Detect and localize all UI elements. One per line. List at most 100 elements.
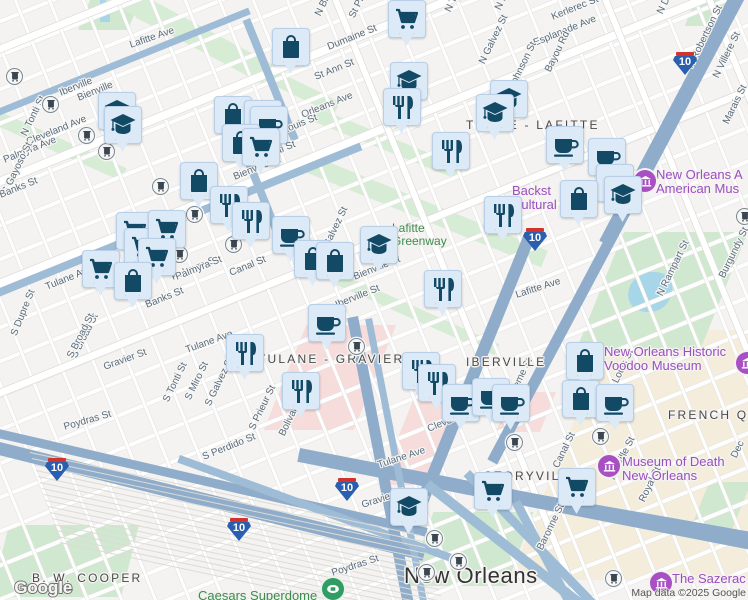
pin-tail bbox=[443, 165, 458, 178]
coffee-icon bbox=[316, 317, 341, 335]
map-pin-graduation-cap[interactable] bbox=[476, 94, 514, 140]
map-pin-shopping-cart[interactable] bbox=[558, 468, 596, 514]
map-pin-shopping-bag[interactable] bbox=[114, 262, 152, 308]
museum-icon[interactable] bbox=[598, 455, 620, 477]
pin-tail bbox=[495, 229, 510, 242]
transit-stop-icon[interactable] bbox=[450, 553, 467, 570]
poi-label[interactable]: Museum of Death New Orleans bbox=[622, 455, 725, 483]
map-pin-restaurant[interactable] bbox=[424, 270, 462, 316]
street-label: N Miro St bbox=[493, 0, 521, 12]
pin-tail bbox=[394, 121, 409, 134]
interstate-shield[interactable]: 10 bbox=[522, 228, 548, 252]
lafitte-greenway-corridor bbox=[86, 0, 273, 84]
restaurant-icon bbox=[242, 210, 262, 233]
map-pin-coffee[interactable] bbox=[546, 126, 584, 172]
park-right-edge bbox=[690, 482, 748, 528]
pin-tail bbox=[93, 283, 108, 296]
neighborhood-label: IBERVILLE bbox=[466, 355, 547, 369]
map-pin-restaurant[interactable] bbox=[282, 372, 320, 418]
map-pin-graduation-cap[interactable] bbox=[104, 106, 142, 152]
superdome-icon[interactable] bbox=[322, 578, 344, 600]
transit-stop-icon[interactable] bbox=[78, 127, 95, 144]
poi-label[interactable]: New Orleans Historic Voodoo Museum bbox=[604, 345, 726, 373]
armstrong-park bbox=[576, 232, 748, 350]
transit-stop-icon[interactable] bbox=[186, 206, 203, 223]
map-pin-restaurant[interactable] bbox=[432, 132, 470, 178]
shield-top-banner bbox=[676, 52, 694, 56]
map-pin-coffee[interactable] bbox=[596, 384, 634, 430]
interstate-shield[interactable]: 10 bbox=[334, 478, 360, 502]
street-label: Orleans Ave bbox=[299, 90, 355, 121]
shopping-bag-icon bbox=[577, 349, 593, 372]
shopping-bag-icon bbox=[571, 187, 587, 210]
pin-tail bbox=[371, 259, 386, 272]
graduation-cap-icon bbox=[110, 114, 136, 134]
neighborhood-label: TULANE - GRAVIER bbox=[258, 352, 405, 366]
poi-label[interactable]: The Sazerac bbox=[672, 572, 746, 586]
shield-number: 10 bbox=[678, 56, 692, 68]
svg-text:Google: Google bbox=[14, 578, 72, 597]
transit-stop-icon[interactable] bbox=[42, 96, 59, 113]
pin-tail bbox=[191, 195, 206, 208]
transit-stop-icon[interactable] bbox=[506, 434, 523, 451]
map-pin-shopping-cart[interactable] bbox=[388, 0, 426, 46]
street-label: Canal St bbox=[551, 430, 578, 470]
map-pin-restaurant[interactable] bbox=[226, 334, 264, 380]
armstrong-park-lagoon bbox=[621, 272, 679, 312]
interstate-shield[interactable]: 10 bbox=[226, 518, 252, 542]
map-pin-coffee[interactable] bbox=[308, 304, 346, 350]
map-pin-shopping-bag[interactable] bbox=[272, 28, 310, 74]
shield-body: 10 bbox=[673, 56, 697, 75]
pin-tail bbox=[293, 405, 308, 418]
museum-icon[interactable] bbox=[736, 352, 748, 374]
map-pin-graduation-cap[interactable] bbox=[604, 176, 642, 222]
transit-stop-icon[interactable] bbox=[426, 530, 443, 547]
pin-tail bbox=[327, 275, 342, 288]
map-pin-restaurant[interactable] bbox=[484, 196, 522, 242]
street-label: Marais St bbox=[721, 83, 748, 126]
shield-number: 10 bbox=[50, 462, 64, 474]
transit-stop-icon[interactable] bbox=[418, 564, 435, 581]
shield-number: 10 bbox=[232, 522, 246, 534]
street-label: Palmyra Ave bbox=[1, 134, 58, 166]
google-logo[interactable]: Google Google bbox=[6, 576, 90, 598]
transit-stop-icon[interactable] bbox=[348, 338, 365, 355]
map-pin-graduation-cap[interactable] bbox=[390, 488, 428, 534]
street-label: N Tonti St bbox=[443, 0, 472, 14]
map-pin-restaurant[interactable] bbox=[232, 202, 270, 248]
map-pin-coffee[interactable] bbox=[492, 384, 530, 430]
interstate-shield[interactable]: 10 bbox=[672, 52, 698, 76]
transit-stop-icon[interactable] bbox=[605, 570, 622, 587]
graduation-cap-icon bbox=[396, 496, 422, 516]
street-label: Esplanade Ave bbox=[531, 13, 598, 49]
coffee-icon bbox=[604, 397, 629, 415]
transit-stop-icon[interactable] bbox=[592, 428, 609, 445]
map-pin-restaurant[interactable] bbox=[383, 88, 421, 134]
bayou-water bbox=[100, 0, 110, 22]
shield-body: 10 bbox=[523, 232, 547, 251]
map-canvas[interactable]: Lafitte Ave Bienville Iberville Cleveland A… bbox=[0, 0, 748, 600]
pin-tail bbox=[237, 367, 252, 380]
map-pin-graduation-cap[interactable] bbox=[360, 226, 398, 272]
restaurant-icon bbox=[434, 278, 454, 301]
map-pin-shopping-bag[interactable] bbox=[316, 242, 354, 288]
pin-tail bbox=[125, 295, 140, 308]
french-quarter-area bbox=[509, 330, 748, 580]
interstate-shield[interactable]: 10 bbox=[44, 458, 70, 482]
map-pin-shopping-bag[interactable] bbox=[562, 380, 600, 426]
street-label: St Philip St bbox=[347, 0, 378, 20]
map-pin-shopping-cart[interactable] bbox=[474, 472, 512, 518]
poi-label[interactable]: New Orleans A American Mus bbox=[656, 168, 743, 196]
street-label: N Villere St bbox=[711, 30, 743, 80]
shield-body: 10 bbox=[45, 462, 69, 481]
pin-tail bbox=[503, 417, 518, 430]
restaurant-icon bbox=[236, 342, 256, 365]
map-pin-shopping-cart[interactable] bbox=[242, 128, 280, 174]
coffee-icon bbox=[450, 397, 475, 415]
transit-stop-icon[interactable] bbox=[152, 178, 169, 195]
street-label: N Derbigny St bbox=[655, 0, 692, 16]
map-pin-shopping-bag[interactable] bbox=[560, 180, 598, 226]
transit-stop-icon[interactable] bbox=[6, 68, 23, 85]
transit-stop-icon[interactable] bbox=[736, 208, 748, 225]
shield-body: 10 bbox=[335, 482, 359, 501]
